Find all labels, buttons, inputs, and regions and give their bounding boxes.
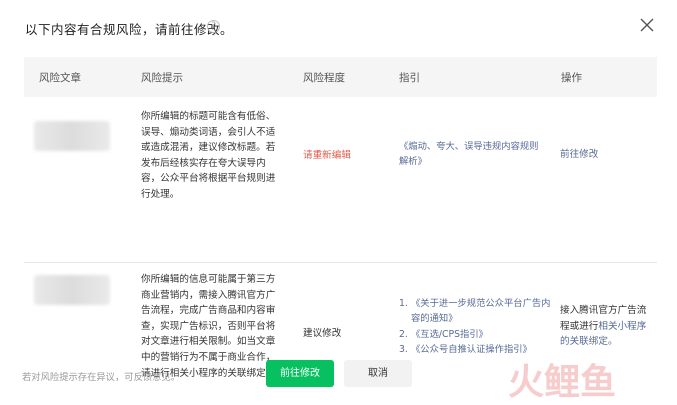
guide-item[interactable]: 2. 《互选/CPS指引》: [399, 327, 559, 342]
article-thumbnail[interactable]: [34, 275, 110, 305]
go-modify-link[interactable]: 前往修改: [560, 149, 598, 160]
header-action: 操作: [561, 72, 582, 84]
header-guide: 指引: [399, 72, 420, 84]
close-icon[interactable]: [640, 18, 654, 32]
dialog-title: 以下内容有合规风险，请前往修改。: [25, 22, 234, 37]
watermark-logo: 火鲤鱼: [508, 362, 616, 400]
action-cell: 前往修改: [560, 147, 655, 163]
feedback-note[interactable]: 若对风险提示存在异议，可反馈意见。: [22, 369, 180, 383]
compliance-risk-dialog: 以下内容有合规风险，请前往修改。 ? 风险文章 风险提示 风险程度 指引 操作 …: [0, 0, 677, 405]
guide-item[interactable]: 3. 《公众号自推认证操作指引》: [399, 342, 559, 357]
article-thumbnail[interactable]: [34, 121, 110, 151]
header-article: 风险文章: [39, 72, 81, 84]
header-level: 风险程度: [303, 72, 345, 84]
help-icon[interactable]: ?: [207, 20, 220, 33]
risk-hint: 你所编辑的标题可能含有低俗、误导、煽动类词语，会引人不适或造成混淆，建议修改标题…: [141, 111, 276, 200]
risk-level: 建议修改: [303, 328, 342, 339]
guide-item[interactable]: 1. 《关于进一步规范公众平台广告内容的通知》: [399, 296, 559, 327]
guide-list: 1. 《关于进一步规范公众平台广告内容的通知》 2. 《互选/CPS指引》 3.…: [399, 296, 559, 357]
table-row: 你所编辑的标题可能含有低俗、误导、煽动类词语，会引人不适或造成混淆，建议修改标题…: [24, 97, 657, 263]
guide-link[interactable]: 《关于进一步规范公众平台广告内容的通知》: [411, 298, 550, 324]
action-cell: 接入腾讯官方广告流程或进行相关小程序的关联绑定。: [560, 303, 655, 350]
guide-link[interactable]: 《互选/CPS指引》: [411, 329, 488, 340]
table-header: 风险文章 风险提示 风险程度 指引 操作: [24, 57, 657, 97]
guide-link[interactable]: 《公众号自推认证操作指引》: [411, 344, 532, 355]
guide-link[interactable]: 《煽动、夸大、误导违规内容规则解析》: [399, 139, 547, 170]
go-modify-button[interactable]: 前往修改: [266, 360, 334, 387]
risk-hint: 你所编辑的信息可能属于第三方商业营销内，需接入腾讯官方广告流程，完成广告商品和内…: [141, 274, 276, 379]
header-hint: 风险提示: [141, 72, 183, 84]
risk-level: 请重新编辑: [303, 150, 351, 161]
svg-text:火鲤鱼: 火鲤鱼: [508, 362, 616, 400]
cancel-button[interactable]: 取消: [344, 360, 412, 387]
